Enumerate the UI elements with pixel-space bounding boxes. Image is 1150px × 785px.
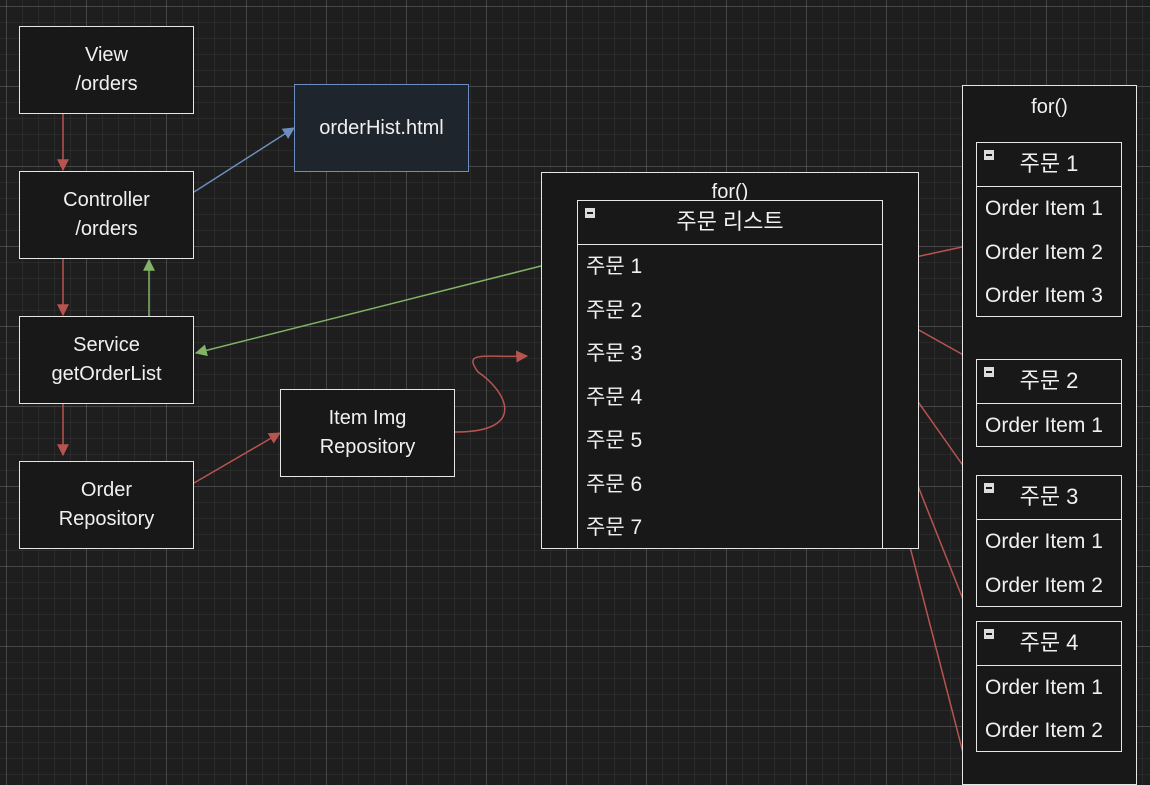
order-list-header[interactable]: 주문 리스트	[578, 201, 882, 245]
order-list-header-label: 주문 리스트	[676, 209, 784, 234]
order-detail-header[interactable]: 주문 2	[977, 360, 1121, 404]
order-item[interactable]: Order Item 2	[977, 564, 1121, 608]
order-detail-header-label: 주문 3	[1019, 484, 1079, 509]
order-detail-header[interactable]: 주문 3	[977, 476, 1121, 520]
edge-frame-service[interactable]	[194, 265, 542, 357]
order-repository-node-label: Order Repository	[58, 479, 155, 530]
collapse-icon[interactable]	[984, 367, 994, 377]
order-item[interactable]: Order Item 2	[977, 709, 1121, 752]
edge-order-repo-item-img-repo[interactable]	[193, 432, 282, 484]
order-hist-html-node[interactable]: orderHist.html	[294, 84, 469, 172]
list-item[interactable]: 주문 5	[578, 419, 882, 463]
order-repository-node[interactable]: Order Repository	[19, 461, 194, 549]
order-item[interactable]: Order Item 2	[977, 231, 1121, 275]
view-node[interactable]: View /orders	[19, 26, 194, 114]
collapse-icon[interactable]	[984, 483, 994, 493]
list-item[interactable]: 주문 2	[578, 289, 882, 333]
order-hist-html-label: orderHist.html	[319, 116, 444, 139]
order-detail-header[interactable]: 주문 1	[977, 143, 1121, 187]
list-item[interactable]: 주문 6	[578, 463, 882, 507]
order-item[interactable]: Order Item 1	[977, 520, 1121, 564]
list-item[interactable]: 주문 7	[578, 506, 882, 550]
edge-controller-orderhist[interactable]	[193, 127, 296, 193]
order-detail-3[interactable]: 주문 3 Order Item 1 Order Item 2	[976, 475, 1122, 607]
order-detail-1[interactable]: 주문 1 Order Item 1 Order Item 2 Order Ite…	[976, 142, 1122, 317]
service-node-label: Service getOrderList	[51, 334, 162, 385]
right-for-frame-title: for()	[1031, 96, 1068, 118]
order-detail-header[interactable]: 주문 4	[977, 622, 1121, 666]
order-detail-header-label: 주문 1	[1019, 151, 1079, 176]
collapse-icon[interactable]	[585, 208, 595, 218]
order-list[interactable]: 주문 리스트 주문 1 주문 2 주문 3 주문 4 주문 5 주문 6 주문 …	[577, 200, 883, 549]
order-detail-4[interactable]: 주문 4 Order Item 1 Order Item 2	[976, 621, 1122, 752]
collapse-icon[interactable]	[984, 629, 994, 639]
controller-node[interactable]: Controller /orders	[19, 171, 194, 259]
order-detail-header-label: 주문 2	[1019, 368, 1079, 393]
controller-node-label: Controller /orders	[63, 189, 150, 240]
order-detail-header-label: 주문 4	[1019, 630, 1079, 655]
list-item[interactable]: 주문 3	[578, 332, 882, 376]
order-item[interactable]: Order Item 1	[977, 666, 1121, 709]
order-item[interactable]: Order Item 3	[977, 274, 1121, 318]
item-img-repository-node[interactable]: Item Img Repository	[280, 389, 455, 477]
service-node[interactable]: Service getOrderList	[19, 316, 194, 404]
edge-item-img-repo-frame[interactable]	[454, 350, 529, 433]
list-item[interactable]: 주문 1	[578, 245, 882, 289]
view-node-label: View /orders	[75, 44, 138, 95]
order-item[interactable]: Order Item 1	[977, 404, 1121, 447]
order-item[interactable]: Order Item 1	[977, 187, 1121, 231]
list-item[interactable]: 주문 4	[578, 376, 882, 420]
order-detail-2[interactable]: 주문 2 Order Item 1	[976, 359, 1122, 447]
collapse-icon[interactable]	[984, 150, 994, 160]
item-img-repository-node-label: Item Img Repository	[319, 407, 416, 458]
